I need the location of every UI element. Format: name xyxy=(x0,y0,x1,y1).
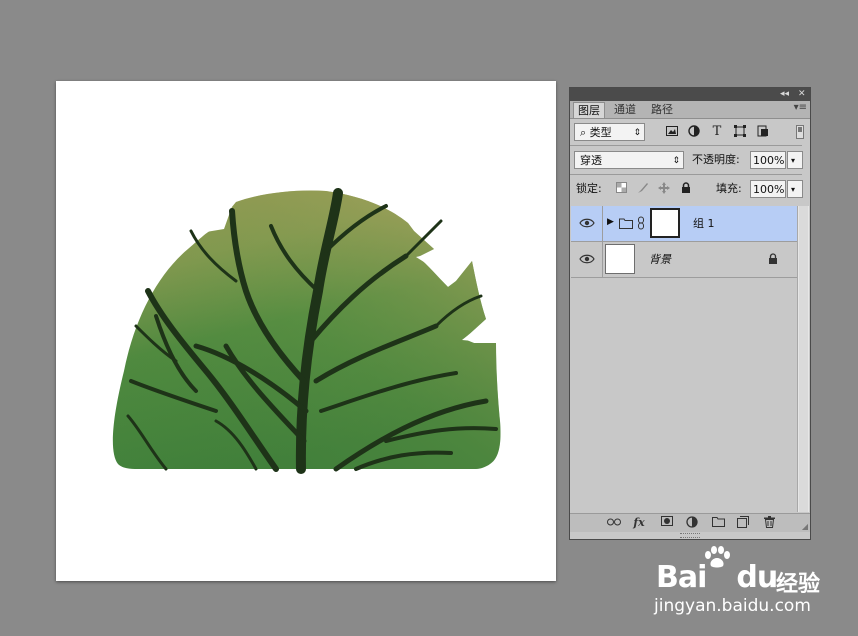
search-icon: ⌕ xyxy=(580,126,587,139)
fill-label: 填充: xyxy=(716,182,742,195)
opacity-input[interactable]: 100% xyxy=(750,151,786,169)
opacity-dropdown-button[interactable]: ▾ xyxy=(787,151,803,169)
layer-thumbnail[interactable] xyxy=(605,244,635,274)
chain-link-icon[interactable] xyxy=(637,216,645,230)
lock-icon xyxy=(769,253,777,264)
fx-icon[interactable]: fx xyxy=(632,516,646,530)
layers-scrollbar[interactable] xyxy=(797,206,809,512)
panel-menu-button[interactable]: ▾≡ xyxy=(794,102,807,113)
adjustment-filter-icon[interactable] xyxy=(687,125,701,139)
layers-bottom-toolbar: fx ◢ xyxy=(570,513,810,532)
updown-arrow-icon: ⇕ xyxy=(672,156,680,166)
expand-group-arrow-icon[interactable]: ▶ xyxy=(607,217,614,227)
visibility-eye-icon[interactable] xyxy=(579,253,595,265)
add-mask-icon[interactable] xyxy=(660,516,674,530)
fill-input[interactable]: 100% xyxy=(750,180,786,198)
folder-icon xyxy=(619,218,633,229)
lock-transparent-pixels-icon[interactable] xyxy=(614,182,628,196)
link-layers-icon[interactable] xyxy=(607,516,621,530)
divider xyxy=(602,206,603,241)
lock-image-pixels-icon[interactable] xyxy=(636,182,650,196)
lock-label: 锁定: xyxy=(576,182,602,195)
panel-tab-strip: 图层 通道 路径 ▾≡ xyxy=(570,101,810,119)
watermark-brand: Bai xyxy=(656,560,707,595)
image-filter-icon[interactable] xyxy=(665,125,679,139)
layer-row-background[interactable]: 背景 xyxy=(571,242,797,278)
layer-row-group-1[interactable]: ▶ 组 1 xyxy=(571,206,797,242)
watermark-brand2: du xyxy=(736,560,778,595)
adjustment-layer-icon[interactable] xyxy=(685,516,699,530)
updown-arrow-icon: ⇕ xyxy=(633,128,641,138)
smart-object-filter-icon[interactable] xyxy=(756,125,770,139)
filter-type-value: 类型 xyxy=(589,126,612,139)
tab-channels[interactable]: 通道 xyxy=(610,102,640,118)
opacity-label: 不透明度: xyxy=(692,153,740,166)
new-layer-icon[interactable] xyxy=(736,516,750,530)
layers-panel: ◂◂ ✕ 图层 通道 路径 ▾≡ ⌕ 类型 ⇕ T 穿透 ⇕ 不透明度: 100… xyxy=(569,87,811,540)
layer-name[interactable]: 背景 xyxy=(649,253,671,267)
lock-all-icon[interactable] xyxy=(679,182,693,196)
tab-layers[interactable]: 图层 xyxy=(573,102,605,118)
close-panel-button[interactable]: ✕ xyxy=(798,88,806,101)
lock-position-icon[interactable] xyxy=(657,182,671,196)
panel-titlebar[interactable]: ◂◂ ✕ xyxy=(570,88,810,101)
shape-filter-icon[interactable] xyxy=(733,125,747,139)
scrollbar-thumb[interactable] xyxy=(799,206,808,512)
watermark-url: jingyan.baidu.com xyxy=(654,596,811,616)
blend-mode-select[interactable]: 穿透 ⇕ xyxy=(574,151,684,169)
tab-paths[interactable]: 路径 xyxy=(647,102,677,118)
filter-toggle-switch[interactable] xyxy=(796,125,804,139)
visibility-eye-icon[interactable] xyxy=(579,217,595,229)
layers-list: ▶ 组 1 背景 xyxy=(571,206,797,512)
new-group-icon[interactable] xyxy=(711,516,725,530)
type-filter-icon[interactable]: T xyxy=(710,125,724,139)
baidu-watermark: Bai du 经验 jingyan.baidu.com xyxy=(640,546,845,636)
filter-row: ⌕ 类型 ⇕ T xyxy=(570,119,804,145)
bush-illustration xyxy=(112,188,501,474)
lock-fill-row: 锁定: 填充: 100% ▾ xyxy=(570,175,803,205)
fill-dropdown-button[interactable]: ▾ xyxy=(787,180,803,198)
document-canvas[interactable] xyxy=(56,81,556,581)
resize-grip-icon[interactable]: ◢ xyxy=(802,522,808,531)
panel-resize-handle[interactable] xyxy=(680,533,700,538)
collapse-panel-button[interactable]: ◂◂ xyxy=(780,88,789,101)
divider xyxy=(602,242,603,277)
delete-layer-icon[interactable] xyxy=(762,516,776,530)
watermark-suffix: 经验 xyxy=(776,572,821,597)
blend-mode-value: 穿透 xyxy=(580,154,602,167)
filter-type-select[interactable]: ⌕ 类型 ⇕ xyxy=(574,123,645,141)
blend-opacity-row: 穿透 ⇕ 不透明度: 100% ▾ xyxy=(570,146,803,174)
layer-mask-thumbnail[interactable] xyxy=(650,208,680,238)
layer-name[interactable]: 组 1 xyxy=(693,217,715,231)
